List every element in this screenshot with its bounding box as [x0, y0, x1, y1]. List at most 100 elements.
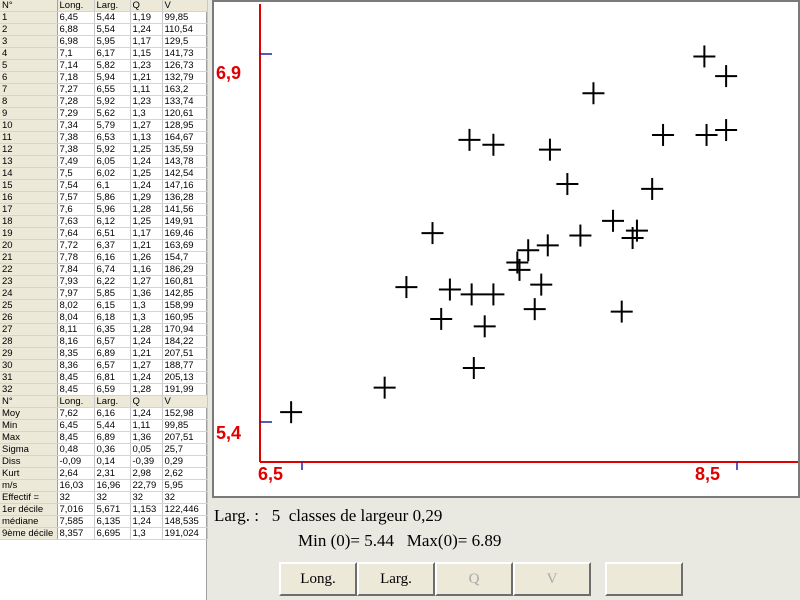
table-cell[interactable]: 6,59: [94, 383, 131, 396]
table-cell[interactable]: 6,57: [94, 335, 131, 348]
table-cell[interactable]: 207,51: [162, 431, 208, 444]
table-cell[interactable]: Q: [130, 395, 163, 408]
table-cell[interactable]: 170,94: [162, 323, 208, 336]
table-cell[interactable]: 7,29: [57, 107, 95, 120]
table-cell[interactable]: 1,11: [130, 419, 163, 432]
table-cell[interactable]: 1,36: [130, 431, 163, 444]
table-cell[interactable]: 1,153: [130, 503, 163, 516]
table-cell[interactable]: 132,79: [162, 71, 208, 84]
table-cell[interactable]: 207,51: [162, 347, 208, 360]
table-cell[interactable]: 1,11: [130, 83, 163, 96]
table-cell[interactable]: 186,29: [162, 263, 208, 276]
table-cell[interactable]: 7,64: [57, 227, 95, 240]
row-label[interactable]: 25: [0, 299, 58, 312]
table-cell[interactable]: 1,24: [130, 335, 163, 348]
table-cell[interactable]: 1,28: [130, 383, 163, 396]
row-label[interactable]: 14: [0, 167, 58, 180]
table-cell[interactable]: 8,02: [57, 299, 95, 312]
table-cell[interactable]: 6,15: [94, 299, 131, 312]
table-cell[interactable]: 5,94: [94, 71, 131, 84]
table-cell[interactable]: 6,135: [94, 515, 131, 528]
table-cell[interactable]: 184,22: [162, 335, 208, 348]
table-cell[interactable]: 16,96: [94, 479, 131, 492]
table-cell[interactable]: 1,3: [130, 311, 163, 324]
table-cell[interactable]: 152,98: [162, 407, 208, 420]
table-cell[interactable]: 191,99: [162, 383, 208, 396]
row-label[interactable]: 16: [0, 191, 58, 204]
table-cell[interactable]: 6,45: [57, 11, 95, 24]
table-cell[interactable]: 5,62: [94, 107, 131, 120]
table-cell[interactable]: 7,1: [57, 47, 95, 60]
table-cell[interactable]: 141,73: [162, 47, 208, 60]
table-cell[interactable]: 5,82: [94, 59, 131, 72]
table-cell[interactable]: 7,72: [57, 239, 95, 252]
table-cell[interactable]: 8,04: [57, 311, 95, 324]
row-label[interactable]: 24: [0, 287, 58, 300]
table-cell[interactable]: 6,02: [94, 167, 131, 180]
table-cell[interactable]: V: [162, 0, 208, 12]
table-cell[interactable]: 7,14: [57, 59, 95, 72]
row-label[interactable]: 21: [0, 251, 58, 264]
table-cell[interactable]: 7,5: [57, 167, 95, 180]
table-cell[interactable]: 1,24: [130, 407, 163, 420]
table-cell[interactable]: 6,05: [94, 155, 131, 168]
table-cell[interactable]: 1,24: [130, 155, 163, 168]
table-cell[interactable]: 7,63: [57, 215, 95, 228]
table-cell[interactable]: 25,7: [162, 443, 208, 456]
table-cell[interactable]: 5,95: [162, 479, 208, 492]
table-cell[interactable]: 5,86: [94, 191, 131, 204]
table-cell[interactable]: 1,36: [130, 287, 163, 300]
table-cell[interactable]: 5,92: [94, 95, 131, 108]
table-cell[interactable]: 5,96: [94, 203, 131, 216]
table-cell[interactable]: 1,24: [130, 179, 163, 192]
table-cell[interactable]: 0,29: [162, 455, 208, 468]
table-cell[interactable]: 1,17: [130, 227, 163, 240]
row-label[interactable]: 4: [0, 47, 58, 60]
row-label[interactable]: Max: [0, 431, 58, 444]
table-cell[interactable]: 148,535: [162, 515, 208, 528]
row-label[interactable]: 30: [0, 359, 58, 372]
row-label[interactable]: 29: [0, 347, 58, 360]
table-cell[interactable]: Long.: [57, 0, 95, 12]
row-label[interactable]: 12: [0, 143, 58, 156]
row-label[interactable]: 28: [0, 335, 58, 348]
table-cell[interactable]: 1,24: [130, 23, 163, 36]
row-label[interactable]: Diss: [0, 455, 58, 468]
row-label[interactable]: 19: [0, 227, 58, 240]
table-cell[interactable]: 1,26: [130, 251, 163, 264]
long-button[interactable]: Long.: [279, 562, 357, 596]
table-cell[interactable]: 160,95: [162, 311, 208, 324]
row-label[interactable]: 5: [0, 59, 58, 72]
table-cell[interactable]: 1,23: [130, 95, 163, 108]
table-cell[interactable]: 32: [57, 491, 95, 504]
table-cell[interactable]: 1,27: [130, 275, 163, 288]
table-cell[interactable]: 22,79: [130, 479, 163, 492]
table-cell[interactable]: 1,27: [130, 119, 163, 132]
row-label[interactable]: 26: [0, 311, 58, 324]
table-cell[interactable]: 1,3: [130, 299, 163, 312]
table-cell[interactable]: 5,79: [94, 119, 131, 132]
table-cell[interactable]: 1,3: [130, 107, 163, 120]
row-label[interactable]: 20: [0, 239, 58, 252]
table-cell[interactable]: 2,31: [94, 467, 131, 480]
table-cell[interactable]: 129,5: [162, 35, 208, 48]
table-cell[interactable]: 7,97: [57, 287, 95, 300]
table-cell[interactable]: 6,88: [57, 23, 95, 36]
table-cell[interactable]: 1,27: [130, 359, 163, 372]
table-cell[interactable]: 6,1: [94, 179, 131, 192]
table-cell[interactable]: 120,61: [162, 107, 208, 120]
table-cell[interactable]: 7,6: [57, 203, 95, 216]
row-label[interactable]: 9ème décile: [0, 527, 58, 540]
q-button[interactable]: Q: [435, 562, 513, 596]
table-cell[interactable]: 7,57: [57, 191, 95, 204]
table-cell[interactable]: 6,74: [94, 263, 131, 276]
table-cell[interactable]: 1,16: [130, 263, 163, 276]
table-cell[interactable]: 154,7: [162, 251, 208, 264]
table-cell[interactable]: Long.: [57, 395, 95, 408]
table-cell[interactable]: Q: [130, 0, 163, 12]
table-cell[interactable]: 5,85: [94, 287, 131, 300]
table-cell[interactable]: 7,27: [57, 83, 95, 96]
row-label[interactable]: Sigma: [0, 443, 58, 456]
table-cell[interactable]: 99,85: [162, 419, 208, 432]
row-label[interactable]: 13: [0, 155, 58, 168]
